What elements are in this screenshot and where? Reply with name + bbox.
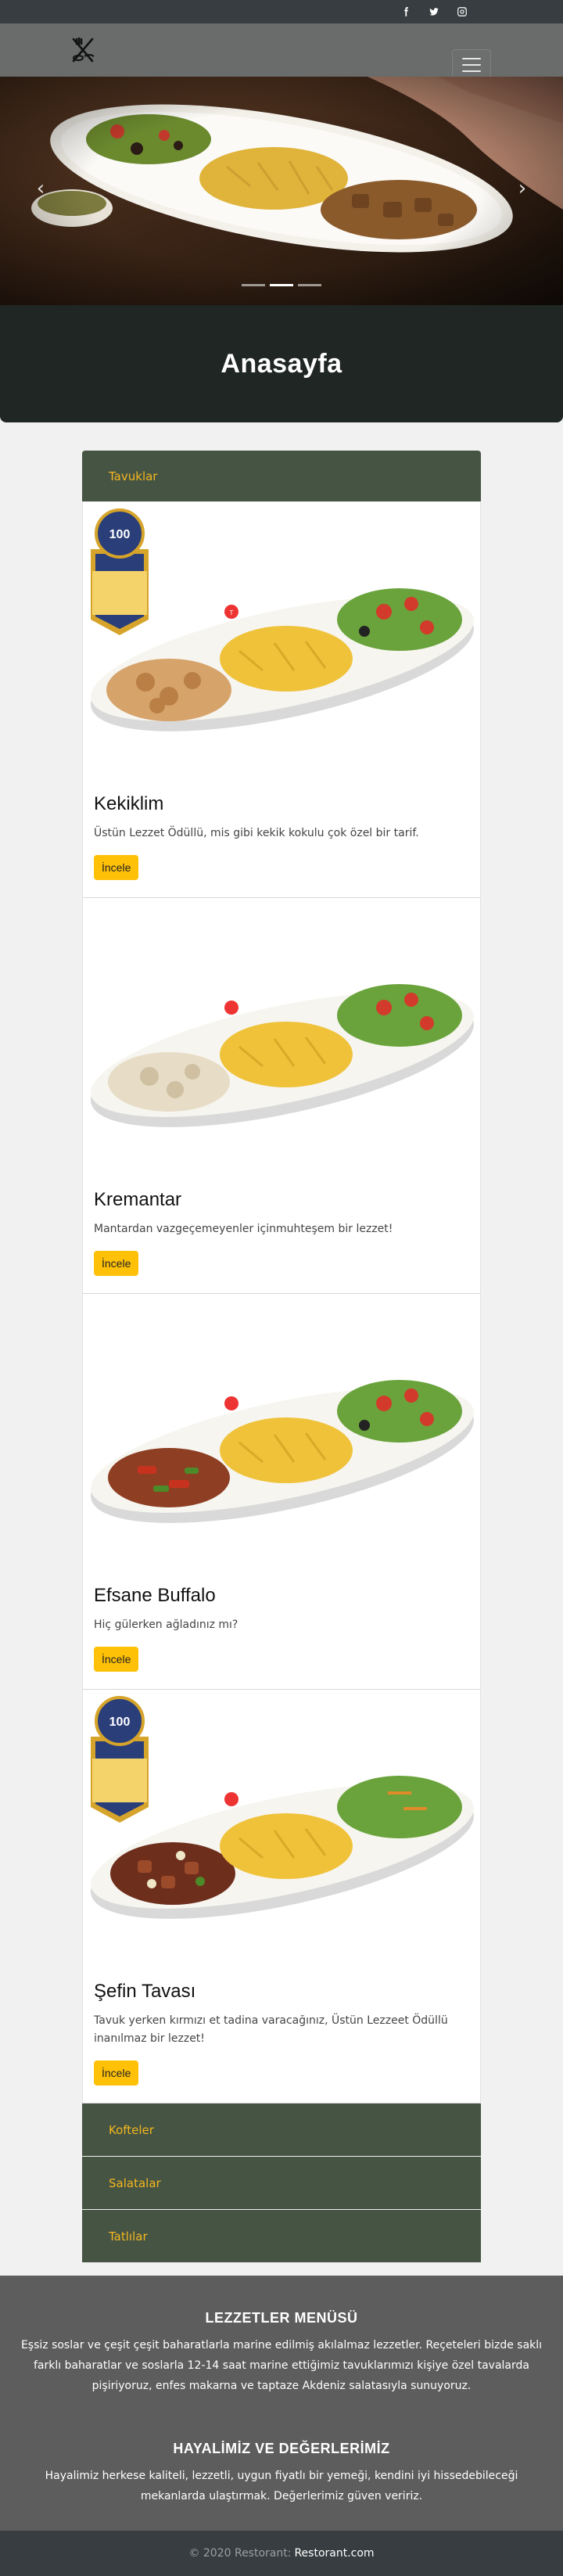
fork-knife-icon[interactable] [67,34,99,66]
accordion-header-tavuklar[interactable]: Tavuklar [82,451,481,502]
copyright-link[interactable]: Restorant.com [294,2547,374,2560]
product-card: Efsane Buffalo Hiç gülerken ağladınız mı… [82,1294,481,1690]
product-card: 100 Şefin Tavası Tavuk yerken kırmızı et… [82,1690,481,2104]
product-description: Hiç gülerken ağladınız mı? [94,1619,238,1632]
accordion-body-tavuklar: T 100 Kekiklim Üstün Lezzet Ödüllü, mis … [82,502,481,2104]
hero-image [0,77,563,305]
accordion-header-salatalar[interactable]: Salatalar [82,2157,481,2211]
carousel-indicator[interactable] [242,284,265,286]
copyright-bar: © 2020 Restorant: Restorant.com [0,2530,563,2576]
incele-button[interactable]: İncele [94,1251,139,1277]
product-description: Mantardan vazgeçemeyenler içinmuhteşem b… [94,1223,393,1236]
values-info-block: HAYALİMİZ VE DEĞERLERİMİZ Hayalimiz herk… [19,2441,544,2507]
product-description: Tavuk yerken kırmızı et tadina varacağın… [94,2014,448,2046]
social-links [399,5,469,19]
page-title: Anasayfa [221,348,342,379]
menu-title: LEZZETLER MENÜSÜ [205,2310,358,2326]
award-badge: 100 [91,1696,149,1823]
carousel-prev-icon[interactable]: ‹ [31,177,50,200]
footer-info: LEZZETLER MENÜSÜ Eşsiz soslar ve çeşit ç… [0,2276,563,2531]
svg-text:100: 100 [109,528,131,541]
product-name: Şefin Tavası [94,1981,196,2003]
award-badge: 100 [91,508,149,635]
product-image [83,1294,480,1573]
product-image [83,898,480,1177]
navbar [0,23,563,81]
values-title: HAYALİMİZ VE DEĞERLERİMİZ [173,2441,390,2457]
product-image: 100 [83,1690,480,1969]
carousel-next-icon[interactable]: › [513,177,532,200]
menu-text: Eşsiz soslar ve çeşit çeşit baharatlarla… [20,2339,543,2393]
accordion-header-kofteler[interactable]: Kofteler [82,2104,481,2157]
incele-button[interactable]: İncele [94,2060,139,2086]
twitter-icon[interactable] [427,5,441,19]
svg-text:100: 100 [109,1716,131,1729]
incele-button[interactable]: İncele [94,855,139,881]
product-name: Efsane Buffalo [94,1585,216,1607]
hero-carousel: ‹ › [0,77,563,305]
product-name: Kekiklim [94,793,164,814]
carousel-indicator[interactable] [270,284,293,286]
incele-button[interactable]: İncele [94,1647,139,1672]
product-card: Kremantar Mantardan vazgeçemeyenler için… [82,898,481,1295]
menu-accordion: Tavuklar T 100 Kekiklim Üstün Lezzet Ödü… [82,451,481,2264]
product-name: Kremantar [94,1189,182,1211]
svg-text:T: T [230,609,234,616]
copyright-text: © 2020 Restorant: [188,2546,292,2560]
product-image: T 100 [83,502,480,781]
instagram-icon[interactable] [455,5,469,19]
product-description: Üstün Lezzet Ödüllü, mis gibi kekik koku… [94,827,419,839]
page-header: Anasayfa [0,305,563,422]
values-text: Hayalimiz herkese kaliteli, lezzetli, uy… [45,2470,518,2503]
facebook-icon[interactable] [399,5,413,19]
hamburger-icon[interactable] [452,49,491,81]
accordion-header-tatlilar[interactable]: Tatlılar [82,2210,481,2264]
carousel-indicators [0,284,563,286]
carousel-indicator[interactable] [298,284,321,286]
top-bar [0,0,563,23]
menu-info-block: LEZZETLER MENÜSÜ Eşsiz soslar ve çeşit ç… [19,2310,544,2397]
product-card: T 100 Kekiklim Üstün Lezzet Ödüllü, mis … [82,502,481,899]
